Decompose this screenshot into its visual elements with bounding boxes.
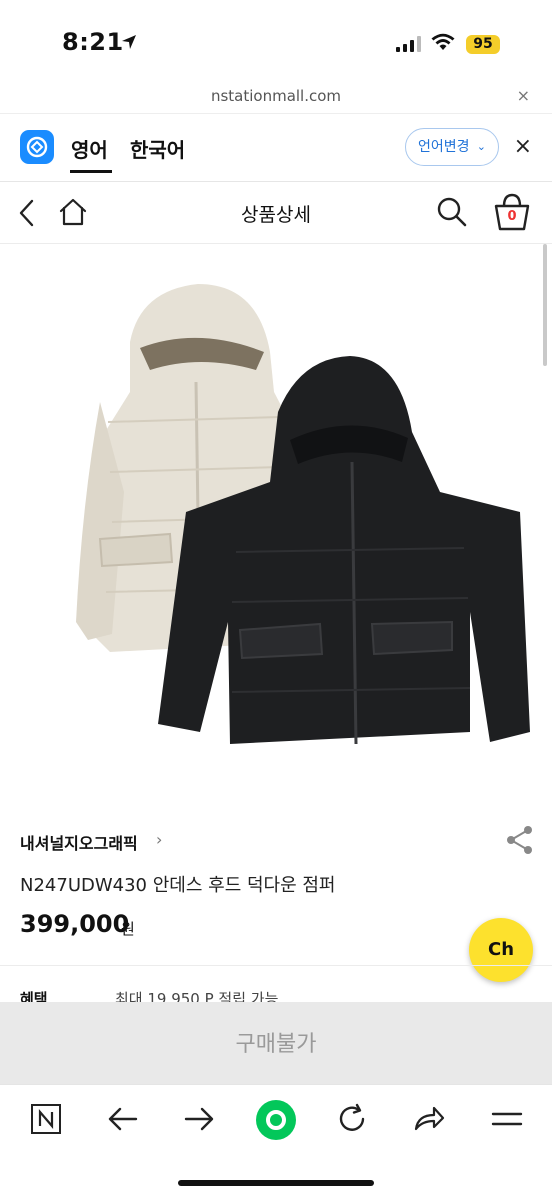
arrow-left-icon[interactable]: [106, 1103, 140, 1139]
translate-logo-icon: [20, 130, 54, 164]
brand-link[interactable]: 내셔널지오그래픽: [20, 830, 138, 854]
language-tab-english[interactable]: 영어: [71, 134, 108, 163]
kakao-channel-button[interactable]: Ch: [469, 918, 533, 982]
cart-count-badge: 0: [507, 209, 517, 224]
chevron-right-icon[interactable]: ›: [156, 830, 162, 849]
page-title: 상품상세: [241, 204, 311, 226]
purchase-bar: 구매불가: [0, 1002, 552, 1084]
menu-icon[interactable]: [490, 1103, 524, 1139]
url-text[interactable]: nstationmall.com: [0, 87, 552, 105]
home-indicator[interactable]: [178, 1180, 374, 1186]
status-time: 8:21: [62, 28, 124, 56]
price-unit: 원: [121, 920, 135, 938]
product-name: N247UDW430 안데스 후드 덕다운 점퍼: [20, 875, 336, 896]
product-price: 399,000: [20, 910, 130, 938]
benefit-text: 최대 19,950 P 적립 가능: [115, 990, 279, 1002]
naver-n-icon[interactable]: [30, 1103, 62, 1139]
translate-close-icon[interactable]: ×: [514, 134, 532, 159]
page-header: 상품상세 0: [0, 182, 552, 244]
green-dot-icon[interactable]: [255, 1099, 297, 1145]
share-icon[interactable]: [506, 825, 534, 859]
status-bar: 8:21 95: [0, 0, 552, 80]
product-image[interactable]: [0, 262, 552, 762]
arrow-right-icon[interactable]: [182, 1103, 216, 1139]
change-language-label: 언어변경: [418, 139, 470, 155]
wifi-icon: [430, 32, 456, 56]
battery-indicator: 95: [466, 35, 500, 54]
refresh-icon[interactable]: [336, 1103, 368, 1139]
location-arrow-icon: [120, 33, 138, 55]
change-language-button[interactable]: 언어변경 ⌄: [405, 128, 499, 166]
cellular-signal-icon: [396, 36, 421, 52]
translate-bar: 영어 한국어 언어변경 ⌄ ×: [0, 114, 552, 182]
share-arrow-icon[interactable]: [412, 1103, 446, 1139]
url-close-icon[interactable]: ×: [517, 86, 530, 105]
language-tab-korean[interactable]: 한국어: [130, 134, 185, 163]
search-icon[interactable]: [436, 196, 468, 232]
chevron-down-icon: ⌄: [476, 140, 486, 153]
purchase-unavailable-button[interactable]: 구매불가: [0, 1026, 552, 1058]
active-tab-indicator: [70, 170, 112, 173]
benefit-label: 혜택: [20, 990, 48, 1002]
url-bar[interactable]: nstationmall.com ×: [0, 80, 552, 114]
divider: [0, 965, 552, 966]
